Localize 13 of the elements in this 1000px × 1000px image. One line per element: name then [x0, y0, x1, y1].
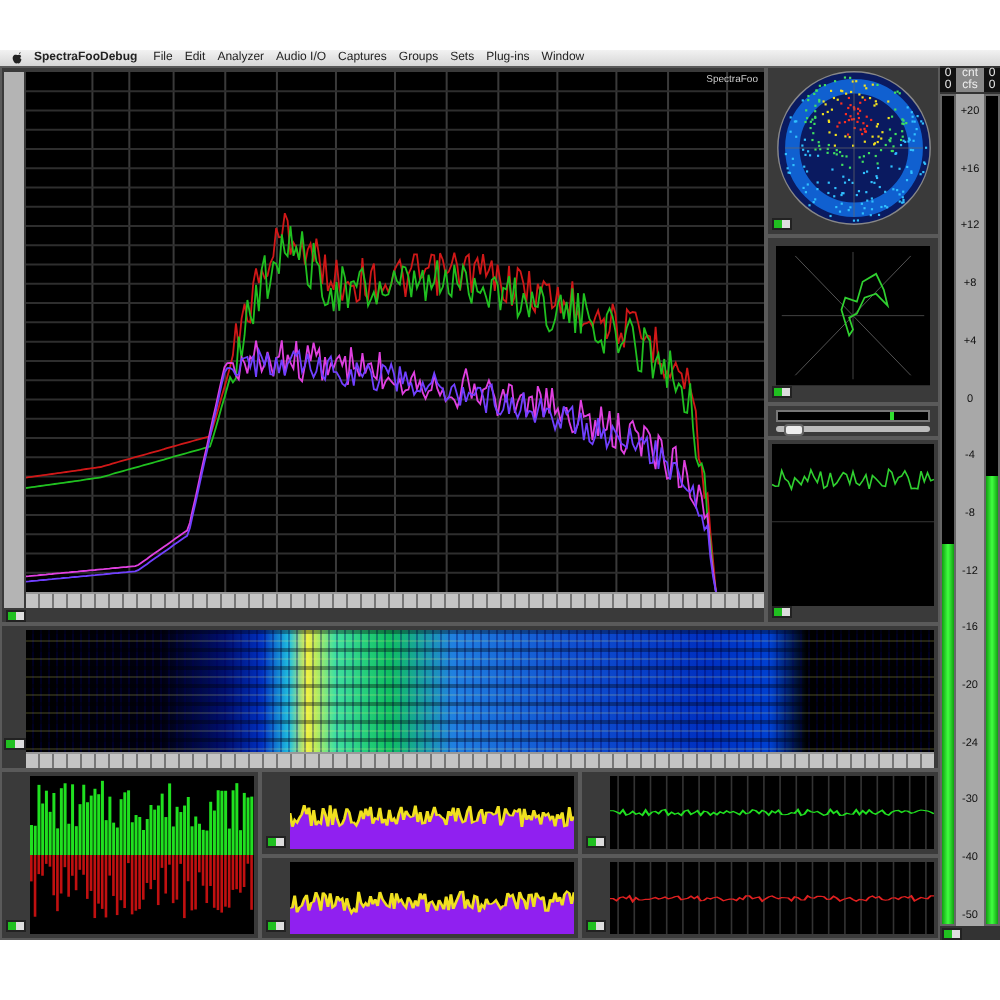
panel-toggle[interactable] — [586, 835, 606, 847]
balance-slider-thumb[interactable] — [783, 423, 804, 436]
panel-toggle[interactable] — [266, 835, 286, 847]
panel-toggle[interactable] — [772, 606, 792, 618]
panel-toggle[interactable] — [266, 920, 286, 932]
panel-toggle[interactable] — [772, 218, 792, 231]
apple-logo-icon[interactable] — [12, 52, 22, 64]
panel-toggle[interactable] — [586, 920, 606, 932]
panel-toggle[interactable] — [772, 386, 792, 398]
panel-toggle[interactable] — [6, 609, 26, 621]
panel-toggle[interactable] — [942, 927, 962, 939]
panel-toggle[interactable] — [4, 738, 26, 750]
panel-toggle[interactable] — [6, 920, 26, 932]
